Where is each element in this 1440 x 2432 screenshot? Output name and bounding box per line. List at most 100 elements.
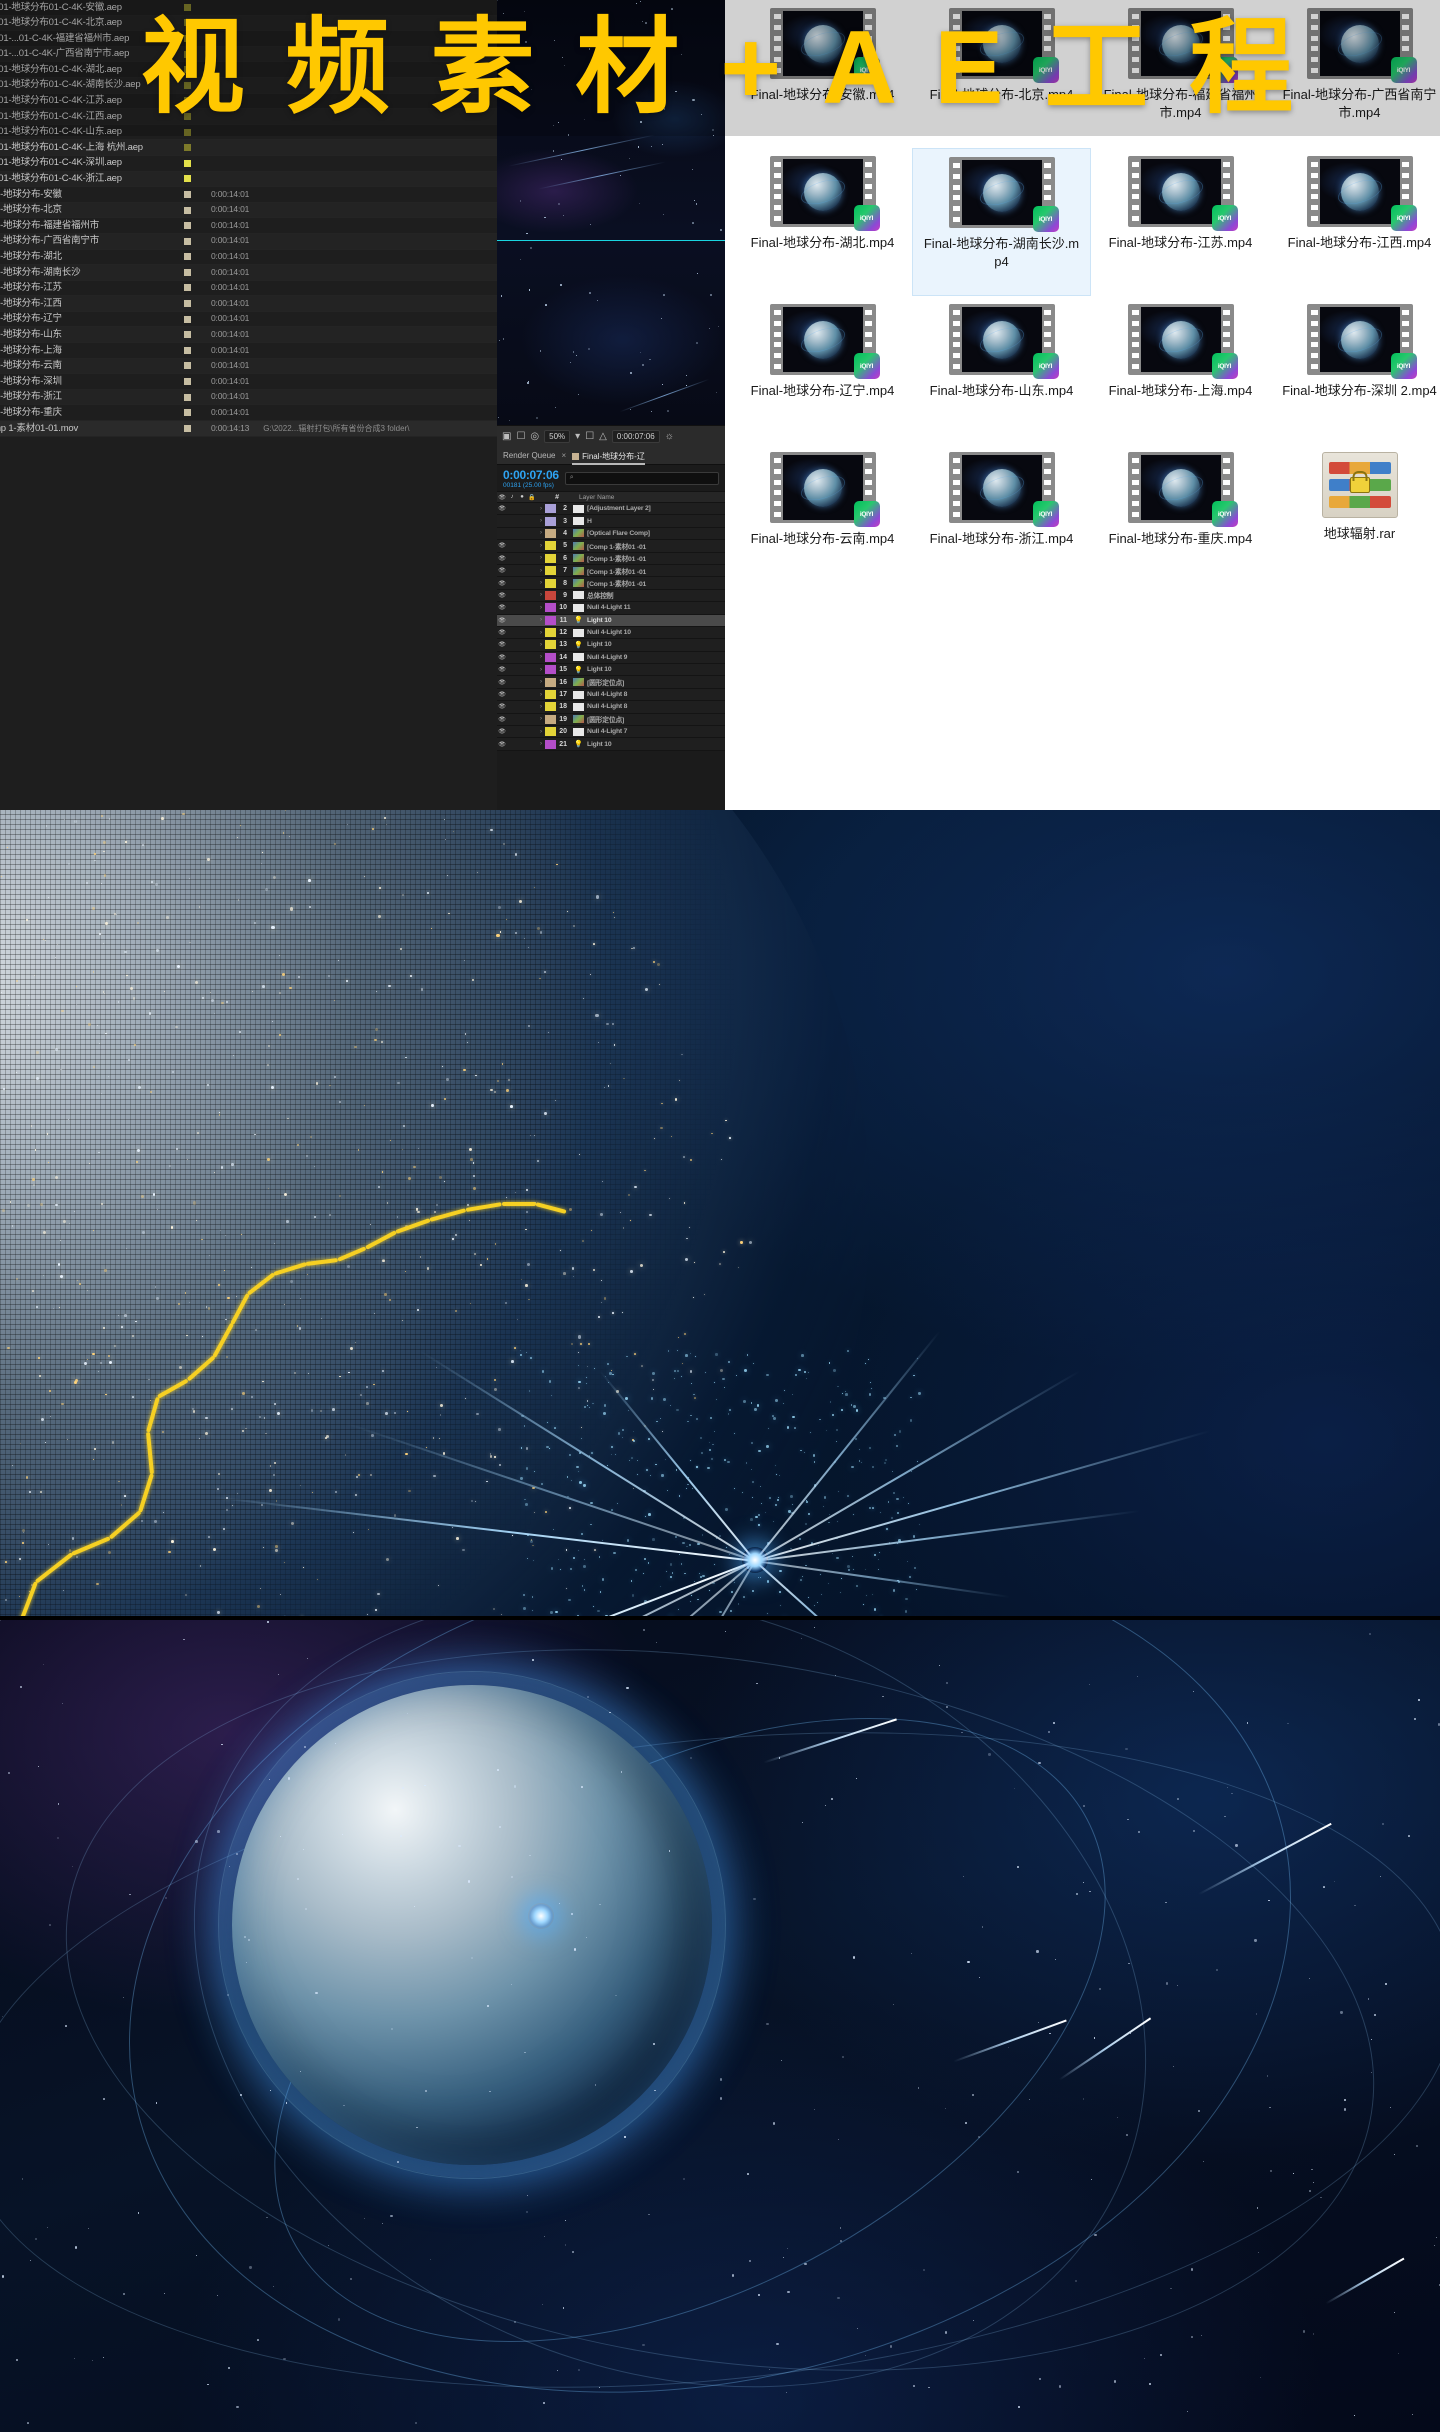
project-comp-row[interactable]: nal-地球分布-湖北 0:00:14:01: [0, 250, 497, 266]
layer-visibility-toggle[interactable]: 👁: [497, 641, 507, 648]
layer-label-color[interactable]: [545, 690, 556, 700]
project-comp-row[interactable]: nal-地球分布-江苏 0:00:14:01: [0, 281, 497, 297]
layer-label-color[interactable]: [545, 504, 556, 514]
ae-project-footage-row[interactable]: omp 1-素材01-01.mov 0:00:14:13 G:\2022...辐…: [0, 421, 497, 437]
project-comp-row[interactable]: nal-地球分布-安徽 0:00:14:01: [0, 187, 497, 203]
timeline-layer-list[interactable]: 👁 › 2 [Adjustment Layer 2] › 3 H › 4 [Optical Fla…: [497, 503, 725, 751]
timeline-layer-row[interactable]: 👁 › 21 💡 Light 10: [497, 738, 725, 751]
layer-label-color[interactable]: [545, 640, 556, 650]
timeline-layer-row[interactable]: 👁 › 6 [Comp 1-素材01 -01: [497, 552, 725, 565]
layer-expand-chevron-icon[interactable]: ›: [537, 654, 545, 660]
layer-expand-chevron-icon[interactable]: ›: [537, 580, 545, 586]
layer-expand-chevron-icon[interactable]: ›: [537, 630, 545, 636]
timeline-layer-row[interactable]: 👁 › 18 Null 4-Light 8: [497, 701, 725, 714]
layer-visibility-toggle[interactable]: 👁: [497, 580, 507, 587]
zoom-level-select[interactable]: 50%: [544, 430, 571, 443]
layer-expand-chevron-icon[interactable]: ›: [537, 555, 545, 561]
project-comp-row[interactable]: nal-地球分布-福建省福州市 0:00:14:01: [0, 218, 497, 234]
project-item-row[interactable]: ...-01-地球分布01-C-4K-浙江.aep: [0, 171, 497, 188]
layer-label-color[interactable]: [545, 528, 556, 538]
layer-visibility-toggle[interactable]: 👁: [497, 691, 507, 698]
project-item-row[interactable]: ...-01-地球分布01-C-4K-深圳.aep: [0, 156, 497, 172]
layer-label-color[interactable]: [545, 603, 556, 613]
timeline-layer-row[interactable]: 👁 › 20 Null 4-Light 7: [497, 726, 725, 739]
layer-label-color[interactable]: [545, 702, 556, 712]
layer-visibility-toggle[interactable]: 👁: [497, 741, 507, 748]
layer-visibility-toggle[interactable]: 👁: [497, 604, 507, 611]
layer-expand-chevron-icon[interactable]: ›: [537, 667, 545, 673]
composition-viewer-toolbar[interactable]: ▣ ☐ ◎ 50% ▾ ☐ △ 0:00:07:06 ☼: [497, 425, 725, 447]
timeline-layer-row[interactable]: 👁 › 16 [圆形定位点]: [497, 676, 725, 689]
project-comp-row[interactable]: nal-地球分布-辽宁 0:00:14:01: [0, 312, 497, 328]
channels-icon[interactable]: ▣: [502, 431, 511, 442]
layer-expand-chevron-icon[interactable]: ›: [537, 692, 545, 698]
file-thumbnail-item[interactable]: iQIYI Final-地球分布-辽宁.mp4: [733, 296, 912, 444]
region-of-interest-icon[interactable]: ☐: [585, 431, 594, 442]
file-thumbnail-item[interactable]: iQIYI Final-地球分布-江苏.mp4: [1091, 148, 1270, 296]
project-comp-row[interactable]: nal-地球分布-云南 0:00:14:01: [0, 358, 497, 375]
layer-visibility-toggle[interactable]: 👁: [497, 617, 507, 624]
layer-expand-chevron-icon[interactable]: ›: [537, 543, 545, 549]
layer-label-color[interactable]: [545, 553, 556, 563]
timeline-layer-row[interactable]: 👁 › 19 [圆形定位点]: [497, 713, 725, 727]
layer-label-color[interactable]: [545, 578, 556, 588]
layer-label-color[interactable]: [545, 677, 556, 687]
layer-label-color[interactable]: [545, 516, 556, 526]
layer-label-color[interactable]: [545, 566, 556, 576]
project-comp-row[interactable]: nal-地球分布-上海 0:00:14:01: [0, 343, 497, 359]
file-thumbnail-item[interactable]: iQIYI Final-地球分布-云南.mp4: [733, 444, 912, 592]
timeline-tab-bar[interactable]: Render Queue × Final-地球分布-辽: [497, 447, 725, 465]
monitor-icon[interactable]: ☐: [516, 431, 525, 442]
layer-expand-chevron-icon[interactable]: ›: [537, 605, 545, 611]
file-thumbnail-item[interactable]: iQIYI Final-地球分布-上海.mp4: [1091, 296, 1270, 444]
file-thumbnail-item[interactable]: iQIYI Final-地球分布-湖北.mp4: [733, 148, 912, 296]
layer-expand-chevron-icon[interactable]: ›: [537, 642, 545, 648]
file-thumbnail-item[interactable]: iQIYI Final-地球分布-深圳 2.mp4: [1270, 296, 1440, 444]
file-thumbnail-item[interactable]: iQIYI Final-地球分布-浙江.mp4: [912, 444, 1091, 592]
timeline-layer-row[interactable]: 👁 › 13 💡 Light 10: [497, 639, 725, 652]
tab-render-queue[interactable]: Render Queue: [503, 451, 555, 460]
tab-close-icon[interactable]: ×: [561, 451, 566, 460]
timeline-layer-row[interactable]: 👁 › 15 💡 Light 10: [497, 664, 725, 677]
project-comp-row[interactable]: nal-地球分布-北京 0:00:14:01: [0, 202, 497, 219]
timeline-layer-row[interactable]: 👁 › 14 Null 4-Light 9: [497, 651, 725, 665]
layer-label-color[interactable]: [545, 590, 556, 600]
layer-visibility-toggle[interactable]: 👁: [497, 505, 507, 512]
file-thumbnail-item[interactable]: iQIYI Final-地球分布-山东.mp4: [912, 296, 1091, 444]
layer-visibility-toggle[interactable]: 👁: [497, 716, 507, 723]
project-comp-row[interactable]: nal-地球分布-浙江 0:00:14:01: [0, 389, 497, 406]
layer-expand-chevron-icon[interactable]: ›: [537, 617, 545, 623]
layer-label-color[interactable]: [545, 714, 556, 724]
layer-label-color[interactable]: [545, 739, 556, 749]
layer-label-color[interactable]: [545, 727, 556, 737]
snapshot-icon[interactable]: ☼: [665, 431, 674, 442]
project-comp-row[interactable]: nal-地球分布-深圳 0:00:14:01: [0, 374, 497, 390]
timeline-current-time[interactable]: 0:00:07:06: [503, 468, 559, 482]
layer-label-color[interactable]: [545, 628, 556, 638]
layer-expand-chevron-icon[interactable]: ›: [537, 568, 545, 574]
timeline-layer-row[interactable]: › 4 [Optical Flare Comp]: [497, 527, 725, 541]
mask-icon[interactable]: ◎: [530, 431, 539, 442]
layer-expand-chevron-icon[interactable]: ›: [537, 716, 545, 722]
timeline-layer-row[interactable]: 👁 › 10 Null 4-Light 11: [497, 602, 725, 615]
viewer-timecode[interactable]: 0:00:07:06: [611, 430, 660, 443]
ae-timeline-panel[interactable]: Render Queue × Final-地球分布-辽 0:00:07:06 0…: [497, 447, 725, 810]
layer-expand-chevron-icon[interactable]: ›: [537, 729, 545, 735]
timeline-layer-row[interactable]: 👁 › 8 [Comp 1-素材01 -01: [497, 577, 725, 590]
layer-expand-chevron-icon[interactable]: ›: [537, 506, 545, 512]
project-item-row[interactable]: ...-01-地球分布01-C-4K-上海 杭州.aep: [0, 140, 497, 156]
ae-project-comp-list[interactable]: nal-地球分布-安徽 0:00:14:01 nal-地球分布-北京 0:00:14:…: [0, 187, 497, 422]
layer-label-color[interactable]: [545, 615, 556, 625]
layer-visibility-toggle[interactable]: 👁: [497, 555, 507, 562]
layer-visibility-toggle[interactable]: 👁: [497, 542, 507, 549]
layer-label-color[interactable]: [545, 665, 556, 675]
timeline-layer-row[interactable]: 👁 › 5 [Comp 1-素材01 -01: [497, 540, 725, 553]
layer-label-color[interactable]: [545, 541, 556, 551]
project-comp-row[interactable]: nal-地球分布-湖南长沙 0:00:14:01: [0, 265, 497, 281]
timeline-layer-row[interactable]: › 3 H: [497, 515, 725, 528]
layer-visibility-toggle[interactable]: 👁: [497, 592, 507, 599]
chevron-down-icon[interactable]: ▾: [575, 431, 580, 442]
timeline-layer-row[interactable]: 👁 › 9 总体控制: [497, 589, 725, 603]
layer-visibility-toggle[interactable]: 👁: [497, 666, 507, 673]
timeline-layer-row[interactable]: 👁 › 2 [Adjustment Layer 2]: [497, 503, 725, 516]
